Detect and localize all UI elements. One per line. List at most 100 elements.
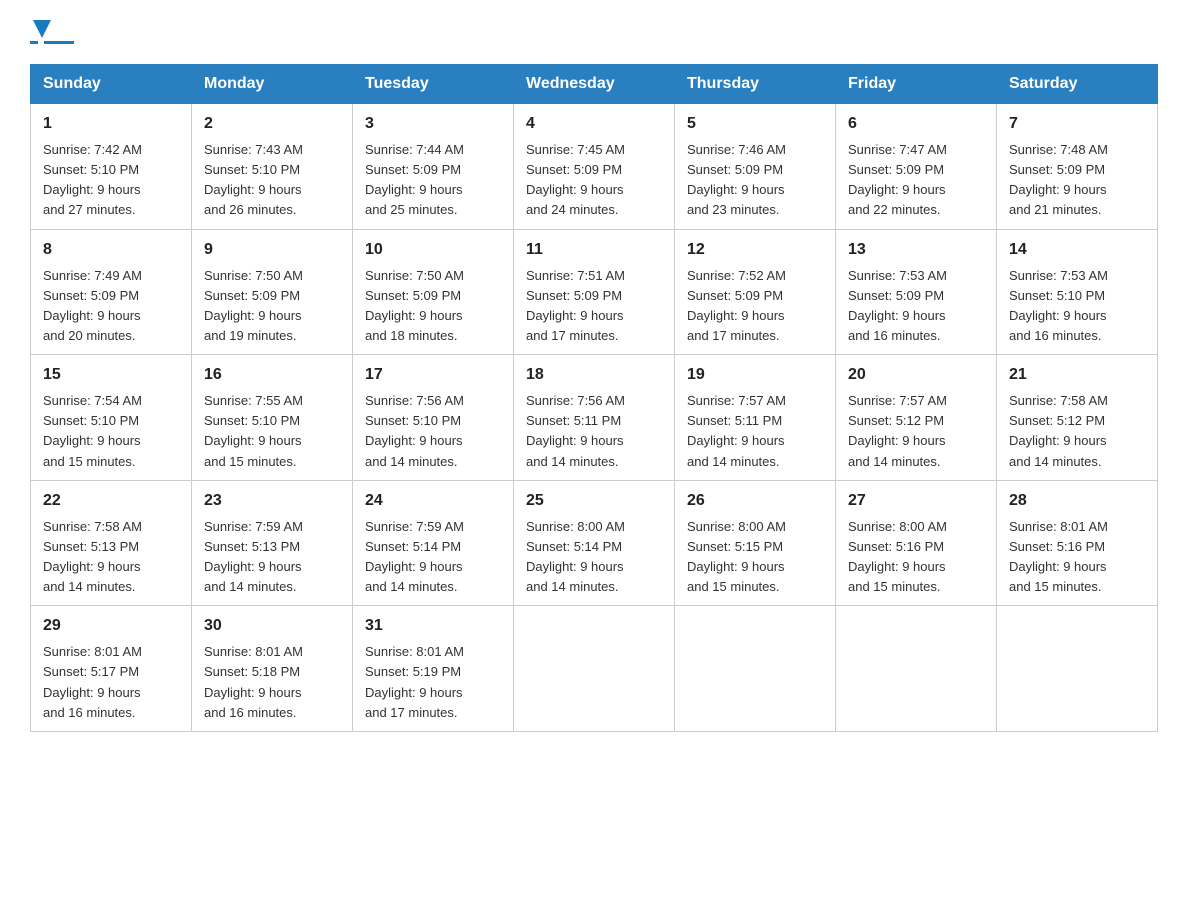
calendar-cell: 9 Sunrise: 7:50 AM Sunset: 5:09 PM Dayli… [192, 229, 353, 355]
day-info: Sunrise: 8:01 AM Sunset: 5:17 PM Dayligh… [43, 644, 142, 719]
day-number: 20 [848, 363, 984, 387]
calendar-cell [675, 606, 836, 732]
calendar-cell: 24 Sunrise: 7:59 AM Sunset: 5:14 PM Dayl… [353, 480, 514, 606]
day-info: Sunrise: 7:55 AM Sunset: 5:10 PM Dayligh… [204, 393, 303, 468]
header [30, 20, 1158, 44]
calendar-cell: 7 Sunrise: 7:48 AM Sunset: 5:09 PM Dayli… [997, 104, 1158, 230]
calendar-cell: 16 Sunrise: 7:55 AM Sunset: 5:10 PM Dayl… [192, 355, 353, 481]
day-info: Sunrise: 8:01 AM Sunset: 5:19 PM Dayligh… [365, 644, 464, 719]
calendar-cell [514, 606, 675, 732]
day-info: Sunrise: 7:54 AM Sunset: 5:10 PM Dayligh… [43, 393, 142, 468]
calendar-cell: 1 Sunrise: 7:42 AM Sunset: 5:10 PM Dayli… [31, 104, 192, 230]
calendar-cell: 31 Sunrise: 8:01 AM Sunset: 5:19 PM Dayl… [353, 606, 514, 732]
calendar-cell: 11 Sunrise: 7:51 AM Sunset: 5:09 PM Dayl… [514, 229, 675, 355]
day-number: 11 [526, 238, 662, 262]
day-number: 28 [1009, 489, 1145, 513]
day-number: 3 [365, 112, 501, 136]
day-info: Sunrise: 7:57 AM Sunset: 5:12 PM Dayligh… [848, 393, 947, 468]
calendar-cell: 10 Sunrise: 7:50 AM Sunset: 5:09 PM Dayl… [353, 229, 514, 355]
header-sunday: Sunday [31, 65, 192, 104]
day-number: 17 [365, 363, 501, 387]
day-number: 22 [43, 489, 179, 513]
calendar-header-row: SundayMondayTuesdayWednesdayThursdayFrid… [31, 65, 1158, 104]
calendar-cell [836, 606, 997, 732]
calendar-cell: 6 Sunrise: 7:47 AM Sunset: 5:09 PM Dayli… [836, 104, 997, 230]
calendar-cell: 26 Sunrise: 8:00 AM Sunset: 5:15 PM Dayl… [675, 480, 836, 606]
day-number: 5 [687, 112, 823, 136]
calendar-cell: 27 Sunrise: 8:00 AM Sunset: 5:16 PM Dayl… [836, 480, 997, 606]
calendar-cell: 22 Sunrise: 7:58 AM Sunset: 5:13 PM Dayl… [31, 480, 192, 606]
day-number: 18 [526, 363, 662, 387]
header-friday: Friday [836, 65, 997, 104]
day-info: Sunrise: 7:42 AM Sunset: 5:10 PM Dayligh… [43, 142, 142, 217]
header-wednesday: Wednesday [514, 65, 675, 104]
day-info: Sunrise: 7:51 AM Sunset: 5:09 PM Dayligh… [526, 268, 625, 343]
calendar-cell: 25 Sunrise: 8:00 AM Sunset: 5:14 PM Dayl… [514, 480, 675, 606]
day-number: 23 [204, 489, 340, 513]
day-number: 8 [43, 238, 179, 262]
logo-triangle-icon [33, 20, 51, 38]
day-info: Sunrise: 7:56 AM Sunset: 5:10 PM Dayligh… [365, 393, 464, 468]
header-saturday: Saturday [997, 65, 1158, 104]
calendar-cell: 3 Sunrise: 7:44 AM Sunset: 5:09 PM Dayli… [353, 104, 514, 230]
logo [30, 20, 74, 44]
calendar-week-5: 29 Sunrise: 8:01 AM Sunset: 5:17 PM Dayl… [31, 606, 1158, 732]
calendar-cell: 21 Sunrise: 7:58 AM Sunset: 5:12 PM Dayl… [997, 355, 1158, 481]
day-info: Sunrise: 7:50 AM Sunset: 5:09 PM Dayligh… [365, 268, 464, 343]
calendar-cell: 14 Sunrise: 7:53 AM Sunset: 5:10 PM Dayl… [997, 229, 1158, 355]
calendar-cell: 15 Sunrise: 7:54 AM Sunset: 5:10 PM Dayl… [31, 355, 192, 481]
day-number: 2 [204, 112, 340, 136]
day-info: Sunrise: 7:52 AM Sunset: 5:09 PM Dayligh… [687, 268, 786, 343]
day-info: Sunrise: 8:01 AM Sunset: 5:18 PM Dayligh… [204, 644, 303, 719]
calendar-cell: 12 Sunrise: 7:52 AM Sunset: 5:09 PM Dayl… [675, 229, 836, 355]
day-number: 14 [1009, 238, 1145, 262]
day-number: 21 [1009, 363, 1145, 387]
day-info: Sunrise: 8:00 AM Sunset: 5:16 PM Dayligh… [848, 519, 947, 594]
day-number: 27 [848, 489, 984, 513]
day-info: Sunrise: 7:47 AM Sunset: 5:09 PM Dayligh… [848, 142, 947, 217]
day-number: 15 [43, 363, 179, 387]
day-number: 29 [43, 614, 179, 638]
calendar-cell [997, 606, 1158, 732]
day-info: Sunrise: 7:45 AM Sunset: 5:09 PM Dayligh… [526, 142, 625, 217]
calendar-cell: 20 Sunrise: 7:57 AM Sunset: 5:12 PM Dayl… [836, 355, 997, 481]
calendar-cell: 8 Sunrise: 7:49 AM Sunset: 5:09 PM Dayli… [31, 229, 192, 355]
calendar-cell: 19 Sunrise: 7:57 AM Sunset: 5:11 PM Dayl… [675, 355, 836, 481]
day-info: Sunrise: 7:58 AM Sunset: 5:13 PM Dayligh… [43, 519, 142, 594]
header-monday: Monday [192, 65, 353, 104]
day-number: 4 [526, 112, 662, 136]
day-info: Sunrise: 7:50 AM Sunset: 5:09 PM Dayligh… [204, 268, 303, 343]
day-number: 7 [1009, 112, 1145, 136]
header-thursday: Thursday [675, 65, 836, 104]
day-info: Sunrise: 7:44 AM Sunset: 5:09 PM Dayligh… [365, 142, 464, 217]
day-info: Sunrise: 7:46 AM Sunset: 5:09 PM Dayligh… [687, 142, 786, 217]
day-info: Sunrise: 7:48 AM Sunset: 5:09 PM Dayligh… [1009, 142, 1108, 217]
calendar-cell: 28 Sunrise: 8:01 AM Sunset: 5:16 PM Dayl… [997, 480, 1158, 606]
day-number: 25 [526, 489, 662, 513]
day-info: Sunrise: 8:00 AM Sunset: 5:14 PM Dayligh… [526, 519, 625, 594]
calendar-cell: 30 Sunrise: 8:01 AM Sunset: 5:18 PM Dayl… [192, 606, 353, 732]
calendar-cell: 4 Sunrise: 7:45 AM Sunset: 5:09 PM Dayli… [514, 104, 675, 230]
calendar-week-1: 1 Sunrise: 7:42 AM Sunset: 5:10 PM Dayli… [31, 104, 1158, 230]
calendar-cell: 18 Sunrise: 7:56 AM Sunset: 5:11 PM Dayl… [514, 355, 675, 481]
calendar-cell: 29 Sunrise: 8:01 AM Sunset: 5:17 PM Dayl… [31, 606, 192, 732]
day-info: Sunrise: 7:56 AM Sunset: 5:11 PM Dayligh… [526, 393, 625, 468]
day-info: Sunrise: 7:49 AM Sunset: 5:09 PM Dayligh… [43, 268, 142, 343]
day-number: 26 [687, 489, 823, 513]
day-info: Sunrise: 7:57 AM Sunset: 5:11 PM Dayligh… [687, 393, 786, 468]
day-number: 1 [43, 112, 179, 136]
day-info: Sunrise: 7:43 AM Sunset: 5:10 PM Dayligh… [204, 142, 303, 217]
day-number: 16 [204, 363, 340, 387]
day-info: Sunrise: 7:59 AM Sunset: 5:14 PM Dayligh… [365, 519, 464, 594]
calendar-week-2: 8 Sunrise: 7:49 AM Sunset: 5:09 PM Dayli… [31, 229, 1158, 355]
day-number: 30 [204, 614, 340, 638]
header-tuesday: Tuesday [353, 65, 514, 104]
day-number: 31 [365, 614, 501, 638]
day-number: 10 [365, 238, 501, 262]
day-number: 6 [848, 112, 984, 136]
day-info: Sunrise: 7:58 AM Sunset: 5:12 PM Dayligh… [1009, 393, 1108, 468]
calendar-cell: 17 Sunrise: 7:56 AM Sunset: 5:10 PM Dayl… [353, 355, 514, 481]
day-number: 12 [687, 238, 823, 262]
day-number: 13 [848, 238, 984, 262]
calendar-cell: 5 Sunrise: 7:46 AM Sunset: 5:09 PM Dayli… [675, 104, 836, 230]
